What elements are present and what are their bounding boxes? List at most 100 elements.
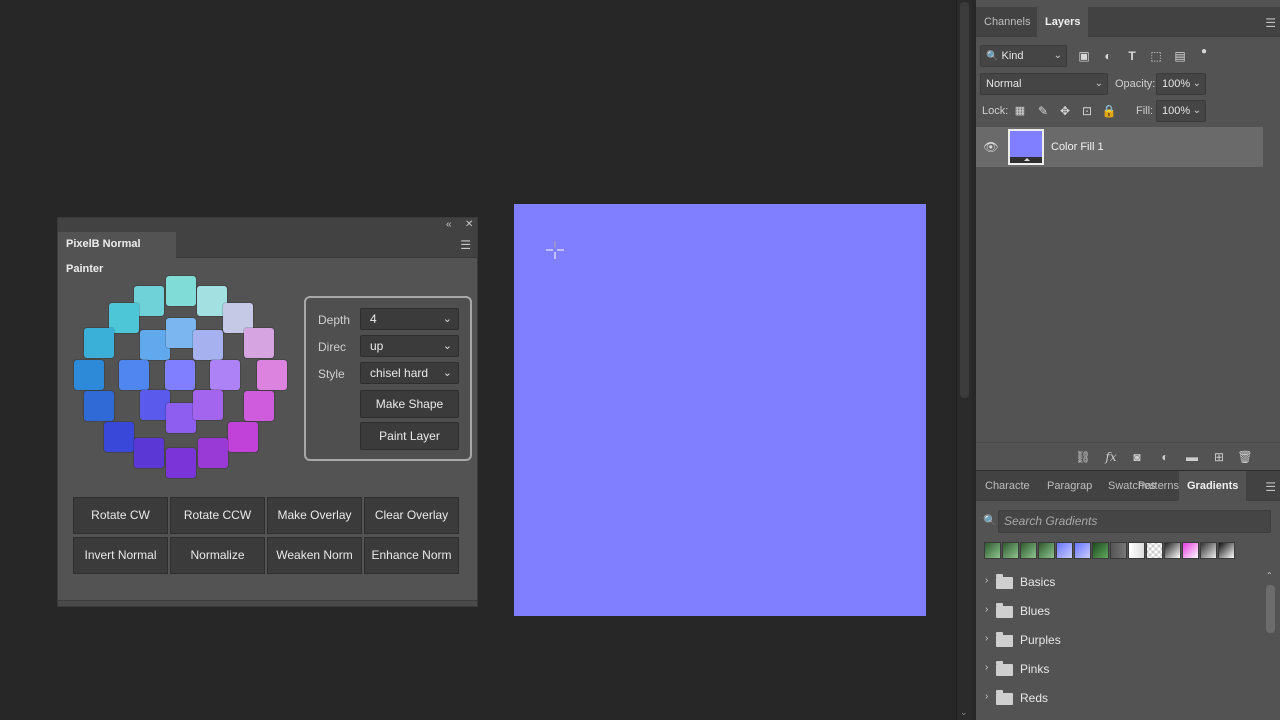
adjustment-layer-icon[interactable]: ◐ [1157, 449, 1173, 465]
invert-normal-button[interactable]: Invert Normal [73, 537, 168, 574]
normal-color-swatch[interactable] [244, 391, 274, 421]
scrollbar-thumb[interactable] [1266, 585, 1275, 633]
normal-color-swatch[interactable] [228, 422, 258, 452]
gradient-folder-pinks[interactable]: › Pinks [976, 655, 1263, 684]
rotate-cw-button[interactable]: Rotate CW [73, 497, 168, 534]
style-select[interactable]: chisel hard ⌄ [360, 362, 459, 384]
gradient-folder-reds[interactable]: › Reds [976, 684, 1263, 713]
gradients-scrollbar[interactable]: ⌃ [1263, 571, 1277, 720]
panel-menu-icon[interactable]: ☰ [1265, 16, 1276, 30]
new-group-folder-icon[interactable]: ▬ [1184, 449, 1200, 465]
filter-smart-object-icon[interactable]: ▤ [1172, 48, 1188, 64]
gradient-preset-swatch[interactable] [1092, 542, 1109, 559]
layer-filter-kind-select[interactable]: 🔍 Kind ⌄ [980, 45, 1067, 67]
normal-color-swatch[interactable] [166, 403, 196, 433]
enhance-norm-button[interactable]: Enhance Norm [364, 537, 459, 574]
filter-pixel-icon[interactable]: ▣ [1076, 48, 1092, 64]
normal-color-swatch[interactable] [166, 448, 196, 478]
filter-type-icon[interactable]: T [1124, 48, 1140, 64]
gradient-preset-swatch[interactable] [1002, 542, 1019, 559]
link-layers-icon[interactable]: ⛓ [1075, 449, 1091, 465]
normal-color-swatch[interactable] [166, 318, 196, 348]
normal-color-swatch[interactable] [210, 360, 240, 390]
chevron-right-icon[interactable]: › [985, 691, 988, 702]
chevron-right-icon[interactable]: › [985, 604, 988, 615]
gradient-preset-swatch[interactable] [1128, 542, 1145, 559]
gradient-preset-swatch[interactable] [1164, 542, 1181, 559]
scrollbar-thumb[interactable] [960, 2, 969, 398]
lock-position-move-icon[interactable]: ✥ [1057, 103, 1073, 119]
gradient-preset-swatch[interactable] [1200, 542, 1217, 559]
gradient-preset-swatch[interactable] [1110, 542, 1127, 559]
gradient-preset-swatch[interactable] [1038, 542, 1055, 559]
layer-name[interactable]: Color Fill 1 [1051, 127, 1104, 167]
new-layer-icon[interactable]: ⊞ [1211, 449, 1227, 465]
normal-color-swatch[interactable] [104, 422, 134, 452]
lock-transparency-icon[interactable]: ▦ [1012, 103, 1028, 119]
normal-color-swatch[interactable] [244, 328, 274, 358]
normal-color-swatch[interactable] [198, 438, 228, 468]
chevron-right-icon[interactable]: › [985, 633, 988, 644]
paint-layer-button[interactable]: Paint Layer [360, 422, 459, 450]
scroll-down-arrow-icon[interactable]: ⌄ [960, 707, 968, 718]
normal-color-swatch[interactable] [193, 330, 223, 360]
panel-titlebar[interactable]: « ✕ [58, 218, 477, 232]
close-icon[interactable]: ✕ [465, 218, 473, 232]
tab-layers[interactable]: Layers [1037, 7, 1089, 37]
add-mask-icon[interactable]: ◙ [1129, 449, 1145, 465]
normal-color-swatch[interactable] [193, 390, 223, 420]
filter-shape-icon[interactable]: ⬚ [1148, 48, 1164, 64]
tab-pixelb-normal-painter[interactable]: PixelB Normal Painter [58, 232, 176, 275]
gradient-preset-swatch[interactable] [1056, 542, 1073, 559]
tab-gradients[interactable]: Gradients [1179, 471, 1247, 501]
normal-color-swatch[interactable] [74, 360, 104, 390]
layer-style-fx-icon[interactable]: fx [1103, 449, 1119, 465]
filter-adjustment-icon[interactable]: ◐ [1100, 48, 1116, 64]
tab-character[interactable]: Characte [977, 471, 1038, 501]
gradient-preset-swatch[interactable] [1182, 542, 1199, 559]
panel-resize-edge[interactable] [58, 600, 477, 606]
delete-layer-trash-icon[interactable]: 🗑 [1237, 449, 1253, 465]
panel-menu-icon[interactable]: ☰ [1265, 480, 1276, 494]
gradient-preset-swatch[interactable] [1020, 542, 1037, 559]
gradient-preset-swatch[interactable] [1146, 542, 1163, 559]
panel-menu-icon[interactable]: ☰ [460, 238, 471, 252]
tab-paragraph[interactable]: Paragrap [1039, 471, 1100, 501]
normal-color-swatch[interactable] [119, 360, 149, 390]
eye-visibility-icon[interactable]: 👁 [983, 139, 999, 155]
opacity-field[interactable]: 100% ⌄ [1156, 73, 1206, 95]
rotate-ccw-button[interactable]: Rotate CCW [170, 497, 265, 534]
normal-color-swatch[interactable] [84, 391, 114, 421]
layer-row-color-fill-1[interactable]: 👁 Color Fill 1 [976, 127, 1263, 167]
layer-thumbnail[interactable] [1008, 129, 1044, 165]
gradient-search-input[interactable]: Search Gradients [998, 510, 1271, 533]
gradient-preset-swatch[interactable] [1074, 542, 1091, 559]
normal-color-swatch[interactable] [165, 360, 195, 390]
gradient-folder-purples[interactable]: › Purples [976, 626, 1263, 655]
document-canvas[interactable] [514, 204, 926, 616]
gradient-preset-swatch[interactable] [984, 542, 1001, 559]
normal-color-swatch[interactable] [166, 276, 196, 306]
normal-color-swatch[interactable] [257, 360, 287, 390]
fill-field[interactable]: 100% ⌄ [1156, 100, 1206, 122]
chevron-right-icon[interactable]: › [985, 662, 988, 673]
depth-select[interactable]: 4 ⌄ [360, 308, 459, 330]
normal-color-swatch[interactable] [84, 328, 114, 358]
collapse-icon[interactable]: « [446, 218, 452, 232]
scroll-up-arrow-icon[interactable]: ⌃ [1266, 571, 1273, 580]
weaken-norm-button[interactable]: Weaken Norm [267, 537, 362, 574]
normalize-button[interactable]: Normalize [170, 537, 265, 574]
make-shape-button[interactable]: Make Shape [360, 390, 459, 418]
blend-mode-select[interactable]: Normal ⌄ [980, 73, 1108, 95]
lock-artboard-icon[interactable]: ⊡ [1079, 103, 1095, 119]
filter-toggle-icon[interactable]: ● [1196, 44, 1212, 60]
workspace-vertical-scrollbar[interactable]: ⌄ [956, 0, 972, 720]
tab-channels[interactable]: Channels [976, 7, 1038, 37]
gradient-folder-basics[interactable]: › Basics [976, 568, 1263, 597]
clear-overlay-button[interactable]: Clear Overlay [364, 497, 459, 534]
lock-all-icon[interactable]: 🔒 [1101, 103, 1117, 119]
lock-pixels-brush-icon[interactable]: ✎ [1035, 103, 1051, 119]
normal-color-swatch[interactable] [134, 438, 164, 468]
make-overlay-button[interactable]: Make Overlay [267, 497, 362, 534]
chevron-right-icon[interactable]: › [985, 575, 988, 586]
